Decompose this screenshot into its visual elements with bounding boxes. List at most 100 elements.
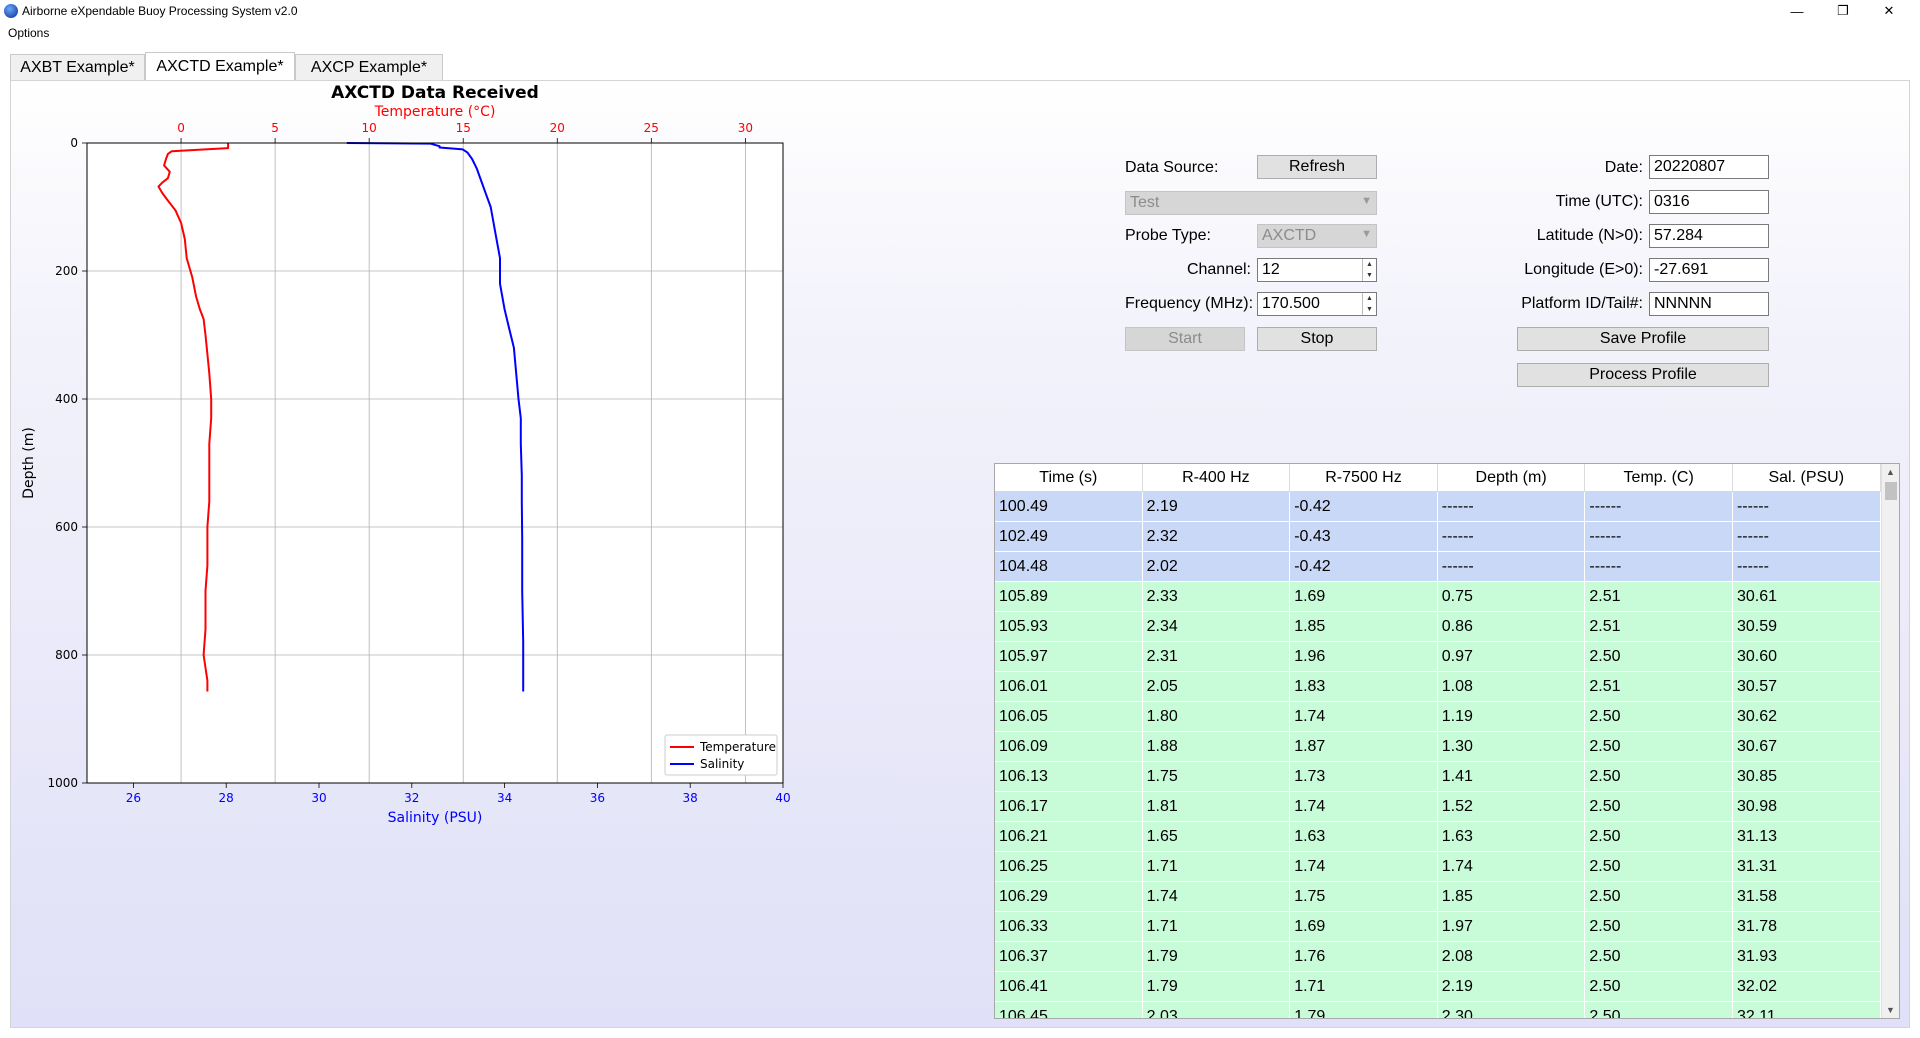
table-row[interactable]: 104.48 2.02 -0.42 ------ ------ ------	[995, 552, 1881, 582]
probe-type-select[interactable]: AXCTD ▼	[1257, 224, 1377, 248]
depth-tick-label: 1000	[47, 776, 78, 790]
profile-plot: 0 5 10 15 20 25 30 0 200 400 600 800 1000 26 28 30 32 34 3…	[21, 83, 791, 826]
table-row[interactable]: 105.93 2.34 1.85 0.86 2.51 30.59	[995, 612, 1881, 642]
depth-tick-label: 0	[70, 136, 78, 150]
table-cell: 106.05	[995, 702, 1143, 731]
spin-down-icon[interactable]: ▼	[1363, 304, 1376, 315]
table-cell: 0.75	[1438, 582, 1586, 611]
close-button[interactable]: ✕	[1866, 0, 1912, 22]
time-label: Time (UTC):	[1555, 193, 1643, 210]
temperature-axis-label: Temperature (°C)	[374, 104, 496, 120]
table-cell: 1.83	[1290, 672, 1438, 701]
table-row[interactable]: 106.05 1.80 1.74 1.19 2.50 30.62	[995, 702, 1881, 732]
column-header-r400[interactable]: R-400 Hz	[1143, 464, 1291, 491]
table-cell: 1.71	[1290, 972, 1438, 1001]
table-cell: 106.25	[995, 852, 1143, 881]
table-cell: 31.78	[1733, 912, 1881, 941]
table-cell: 106.17	[995, 792, 1143, 821]
scroll-up-icon[interactable]: ▲	[1882, 464, 1899, 480]
tab-axctd-example[interactable]: AXCTD Example*	[145, 52, 295, 80]
table-cell: 2.03	[1143, 1002, 1291, 1018]
spin-down-icon[interactable]: ▼	[1363, 270, 1376, 281]
table-cell: 2.32	[1143, 522, 1291, 551]
table-cell: -0.42	[1290, 552, 1438, 581]
start-button[interactable]: Start	[1125, 327, 1245, 351]
scroll-down-icon[interactable]: ▼	[1882, 1002, 1899, 1018]
column-header-temp[interactable]: Temp. (C)	[1585, 464, 1733, 491]
salinity-tick-label: 34	[497, 791, 512, 805]
time-field[interactable]	[1649, 190, 1769, 214]
table-cell: ------	[1438, 492, 1586, 521]
table-cell: ------	[1733, 492, 1881, 521]
menu-options[interactable]: Options	[8, 26, 49, 40]
table-cell: 1.71	[1143, 852, 1291, 881]
salinity-tick-label: 30	[311, 791, 326, 805]
app-icon	[4, 4, 18, 18]
tab-axcp-example[interactable]: AXCP Example*	[295, 54, 443, 80]
table-cell: 106.01	[995, 672, 1143, 701]
table-cell: 1.74	[1290, 792, 1438, 821]
column-header-time[interactable]: Time (s)	[995, 464, 1143, 491]
column-header-salinity[interactable]: Sal. (PSU)	[1733, 464, 1881, 491]
longitude-field[interactable]	[1649, 258, 1769, 282]
table-row[interactable]: 106.01 2.05 1.83 1.08 2.51 30.57	[995, 672, 1881, 702]
table-cell: 1.85	[1290, 612, 1438, 641]
table-row[interactable]: 106.21 1.65 1.63 1.63 2.50 31.13	[995, 822, 1881, 852]
depth-tick-label: 400	[55, 392, 78, 406]
table-cell: 1.19	[1438, 702, 1586, 731]
table-cell: 2.50	[1585, 912, 1733, 941]
restore-button[interactable]: ❐	[1820, 0, 1866, 22]
save-profile-button[interactable]: Save Profile	[1517, 327, 1769, 351]
table-row[interactable]: 106.13 1.75 1.73 1.41 2.50 30.85	[995, 762, 1881, 792]
table-row[interactable]: 100.49 2.19 -0.42 ------ ------ ------	[995, 492, 1881, 522]
table-cell: 105.97	[995, 642, 1143, 671]
table-cell: 30.85	[1733, 762, 1881, 791]
salinity-axis-label: Salinity (PSU)	[388, 810, 483, 826]
table-cell: 1.79	[1290, 1002, 1438, 1018]
platform-field[interactable]	[1649, 292, 1769, 316]
spin-up-icon[interactable]: ▲	[1363, 259, 1376, 270]
minimize-button[interactable]: —	[1774, 0, 1820, 22]
temperature-tick-label: 10	[362, 121, 377, 135]
table-cell: ------	[1438, 522, 1586, 551]
table-scrollbar[interactable]: ▲ ▼	[1881, 464, 1899, 1018]
depth-axis-label: Depth (m)	[21, 427, 37, 499]
table-row[interactable]: 106.45 2.03 1.79 2.30 2.50 32.11	[995, 1002, 1881, 1018]
table-row[interactable]: 106.09 1.88 1.87 1.30 2.50 30.67	[995, 732, 1881, 762]
table-row[interactable]: 105.97 2.31 1.96 0.97 2.50 30.60	[995, 642, 1881, 672]
frequency-spinbox[interactable]: 170.500 ▲ ▼	[1257, 292, 1377, 316]
table-row[interactable]: 106.37 1.79 1.76 2.08 2.50 31.93	[995, 942, 1881, 972]
table-row[interactable]: 106.29 1.74 1.75 1.85 2.50 31.58	[995, 882, 1881, 912]
table-row[interactable]: 106.17 1.81 1.74 1.52 2.50 30.98	[995, 792, 1881, 822]
scrollbar-thumb[interactable]	[1885, 482, 1897, 500]
table-row[interactable]: 105.89 2.33 1.69 0.75 2.51 30.61	[995, 582, 1881, 612]
channel-spinbox[interactable]: 12 ▲ ▼	[1257, 258, 1377, 282]
table-row[interactable]: 106.25 1.71 1.74 1.74 2.50 31.31	[995, 852, 1881, 882]
table-row[interactable]: 106.33 1.71 1.69 1.97 2.50 31.78	[995, 912, 1881, 942]
data-table[interactable]: Time (s) R-400 Hz R-7500 Hz Depth (m) Te…	[994, 463, 1900, 1019]
table-cell: 30.57	[1733, 672, 1881, 701]
stop-button[interactable]: Stop	[1257, 327, 1377, 351]
data-source-select[interactable]: Test ▼	[1125, 191, 1377, 215]
table-cell: 31.58	[1733, 882, 1881, 911]
table-cell: 31.31	[1733, 852, 1881, 881]
table-row[interactable]: 106.41 1.79 1.71 2.19 2.50 32.02	[995, 972, 1881, 1002]
column-header-r7500[interactable]: R-7500 Hz	[1290, 464, 1438, 491]
title-bar: Airborne eXpendable Buoy Processing Syst…	[0, 0, 1920, 22]
platform-label: Platform ID/Tail#:	[1521, 295, 1643, 312]
latitude-field[interactable]	[1649, 224, 1769, 248]
table-cell: 2.50	[1585, 732, 1733, 761]
table-cell: -0.43	[1290, 522, 1438, 551]
table-row[interactable]: 102.49 2.32 -0.43 ------ ------ ------	[995, 522, 1881, 552]
refresh-button[interactable]: Refresh	[1257, 155, 1377, 179]
table-cell: 1.30	[1438, 732, 1586, 761]
frequency-value: 170.500	[1262, 295, 1320, 312]
table-cell: 106.13	[995, 762, 1143, 791]
column-header-depth[interactable]: Depth (m)	[1438, 464, 1586, 491]
tab-axbt-example[interactable]: AXBT Example*	[10, 54, 145, 80]
process-profile-button[interactable]: Process Profile	[1517, 363, 1769, 387]
spin-up-icon[interactable]: ▲	[1363, 293, 1376, 304]
date-field[interactable]	[1649, 155, 1769, 179]
table-cell: 2.33	[1143, 582, 1291, 611]
temperature-tick-label: 15	[456, 121, 471, 135]
